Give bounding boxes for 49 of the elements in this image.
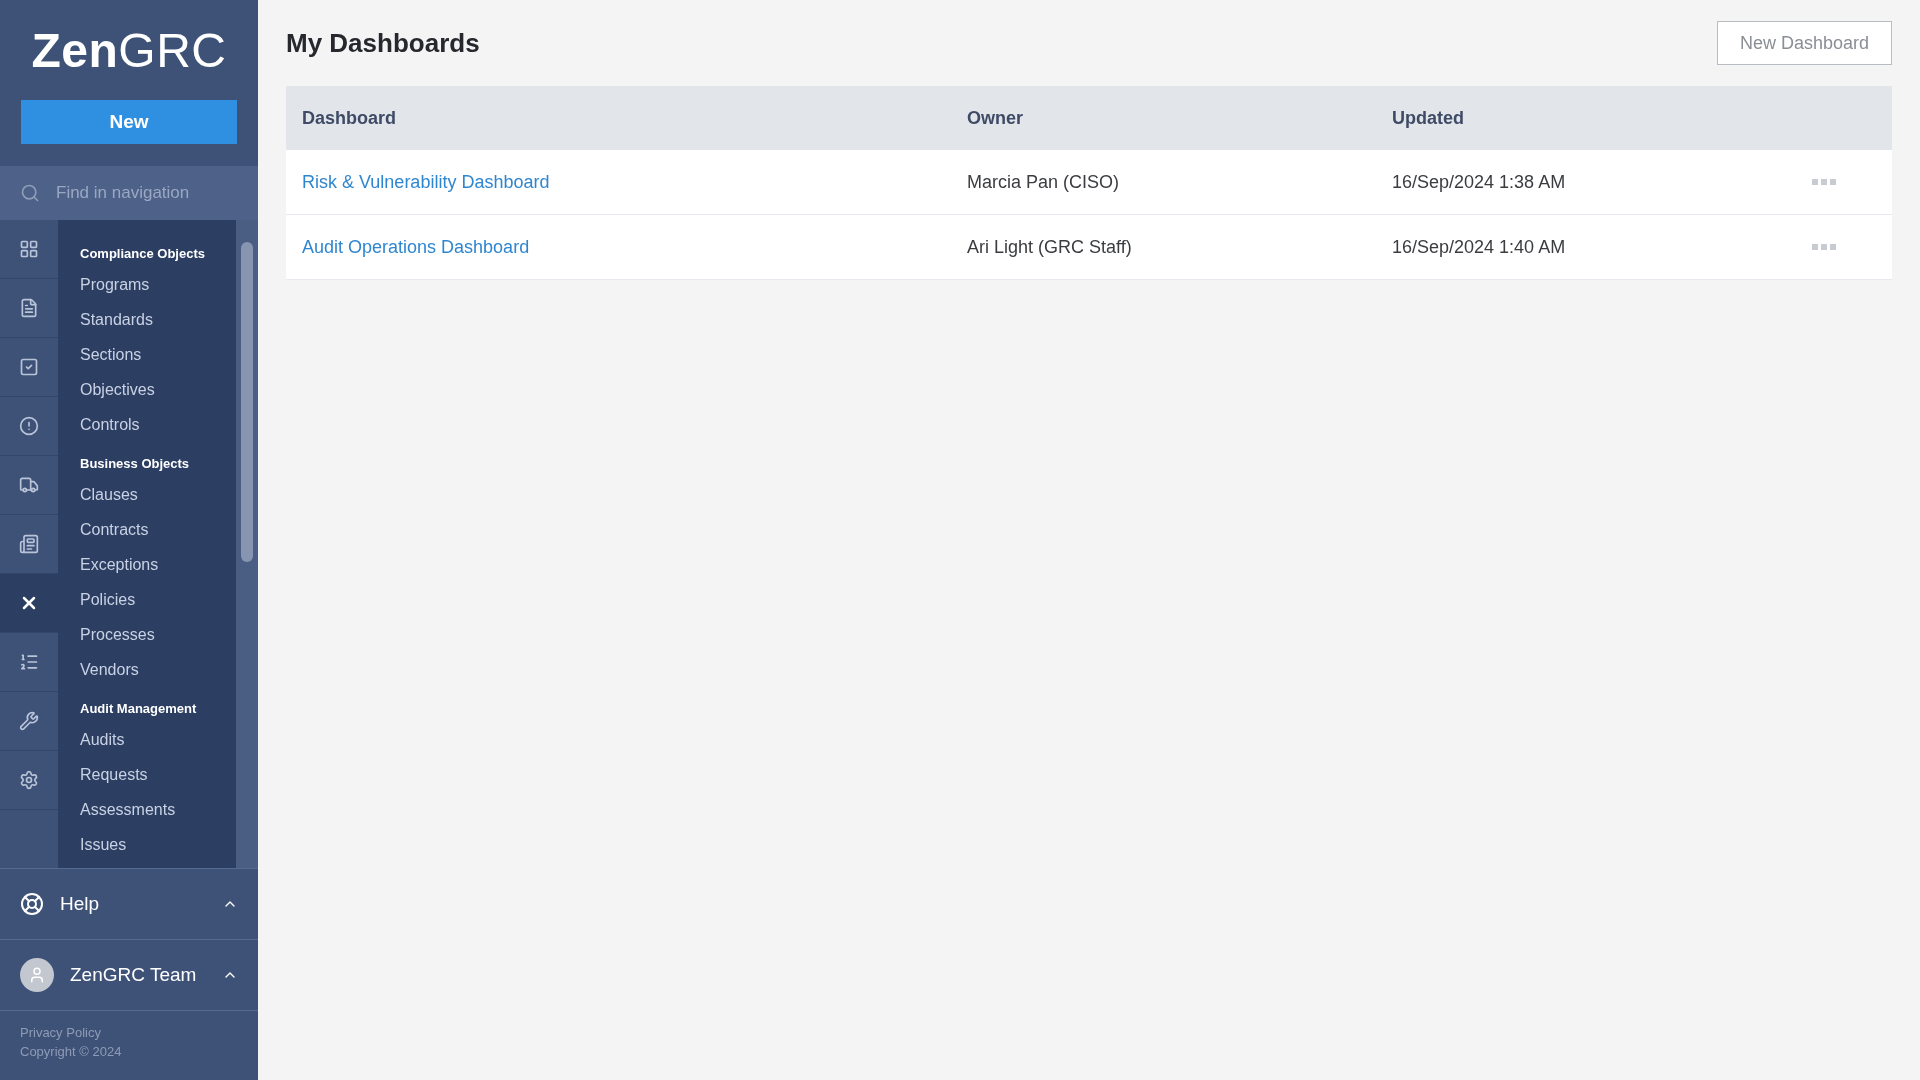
owner-cell-text: Marcia Pan (CISO)	[967, 171, 1121, 193]
help-row[interactable]: Help	[0, 868, 258, 939]
nav-item[interactable]: Processes	[80, 617, 236, 652]
scrollbar-thumb[interactable]	[241, 242, 253, 562]
numbered-list-icon	[19, 652, 39, 672]
nav-item[interactable]: Requests	[80, 757, 236, 792]
user-row[interactable]: ZenGRC Team	[0, 939, 258, 1010]
updated-cell-text: 16/Sep/2024 1:40 AM	[1392, 236, 1567, 258]
lifebuoy-icon	[20, 892, 44, 916]
wrench-icon	[19, 711, 39, 731]
nav-item[interactable]: Programs	[80, 267, 236, 302]
alert-icon	[19, 416, 39, 436]
footer-text: Privacy Policy	[20, 1025, 102, 1040]
nav-item[interactable]: Audits	[80, 722, 236, 757]
owner-cell-text: Ari Light (GRC Staff)	[967, 236, 1133, 258]
logo: ZenGRC	[31, 22, 227, 78]
updated-cell-text: 16/Sep/2024 1:38 AM	[1392, 171, 1567, 193]
nav-item[interactable]: Objectives	[80, 372, 236, 407]
document-icon	[19, 298, 39, 318]
user-name: ZenGRC Team	[70, 964, 198, 986]
truck-icon	[19, 475, 39, 495]
scrollbar[interactable]	[236, 220, 258, 868]
nav-item[interactable]: Sections	[80, 337, 236, 372]
column-header: Owner	[967, 107, 1024, 129]
search-icon	[20, 183, 40, 203]
nav-item[interactable]: Contracts	[80, 512, 236, 547]
nav-item[interactable]: Controls	[80, 407, 236, 442]
nav-item[interactable]: Vendors	[80, 652, 236, 687]
nav-item[interactable]: Exceptions	[80, 547, 236, 582]
nav-heading: Audit Management	[80, 701, 198, 716]
nav-item[interactable]: Standards	[80, 302, 236, 337]
grid-icon	[19, 239, 39, 259]
column-header: Dashboard	[302, 107, 398, 129]
nav-item[interactable]: Policies	[80, 582, 236, 617]
nav-item[interactable]: Clauses	[80, 477, 236, 512]
avatar-icon	[20, 958, 54, 992]
nav-item[interactable]: Issues	[80, 827, 236, 862]
column-header: Updated	[1392, 107, 1465, 129]
checkbox-icon	[19, 357, 39, 377]
dashboard-link[interactable]: Audit Operations Dashboard	[302, 236, 530, 258]
nav-heading: Compliance Objects	[80, 246, 206, 261]
settings-icon	[19, 770, 39, 790]
help-label: Help	[60, 893, 101, 915]
dashboard-link[interactable]: Risk & Vulnerability Dashboard	[302, 171, 550, 193]
footer-text: Copyright © 2024	[20, 1044, 123, 1059]
page-title: My Dashboards	[286, 27, 480, 59]
nav-heading: Business Objects	[80, 456, 191, 471]
nav-item[interactable]: Assessments	[80, 792, 236, 827]
search-field[interactable]: Find in navigation	[56, 183, 226, 203]
